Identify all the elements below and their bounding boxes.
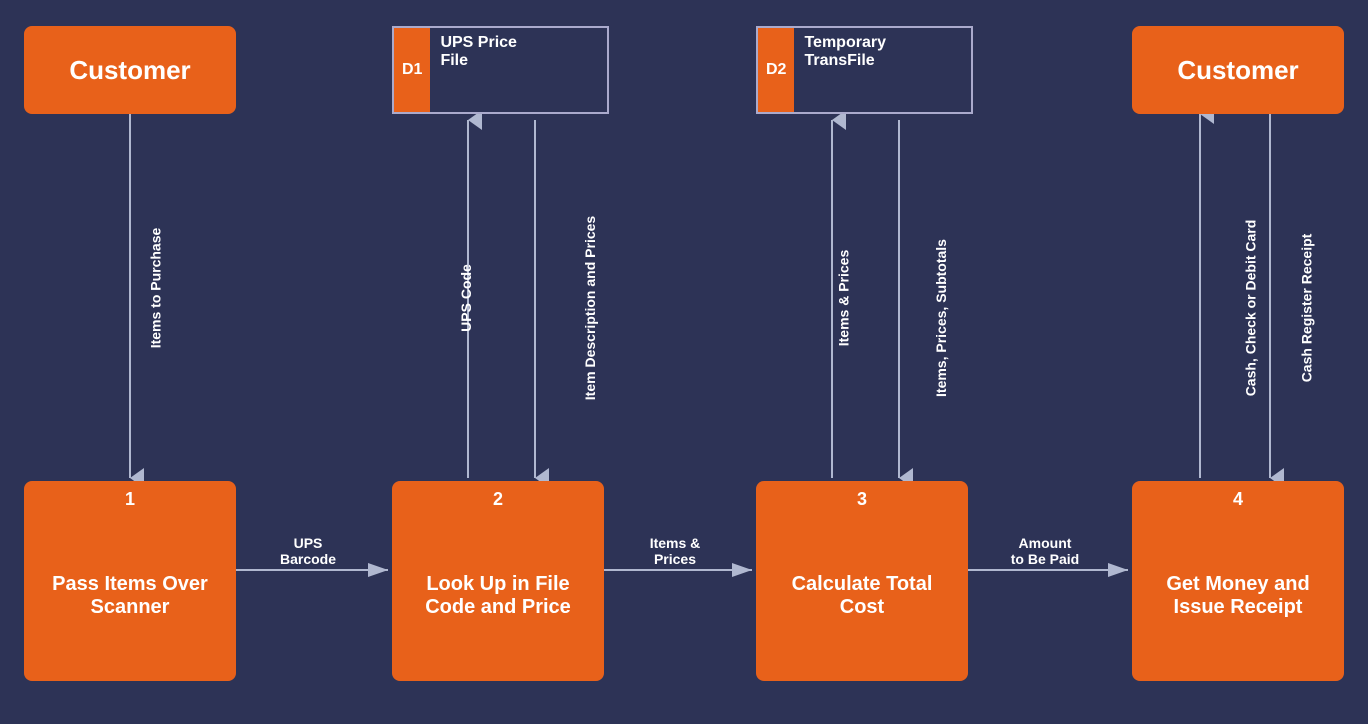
process-2-number: 2 xyxy=(392,489,604,510)
process-1-label: Pass Items OverScanner xyxy=(42,573,218,619)
entity-customer-right: Customer xyxy=(1132,26,1344,114)
label-item-description: Item Description and Prices xyxy=(582,216,598,400)
process-2-label: Look Up in FileCode and Price xyxy=(415,573,581,619)
process-4-number: 4 xyxy=(1132,489,1344,510)
label-amount-paid: Amountto Be Paid xyxy=(985,535,1105,567)
datastore-d1: D1 UPS PriceFile xyxy=(392,26,609,114)
label-items-prices-subtotals: Items, Prices, Subtotals xyxy=(933,239,949,397)
label-items-prices-up: Items & Prices xyxy=(835,250,851,347)
process-1-number: 1 xyxy=(24,489,236,510)
entity-customer-left: Customer xyxy=(24,26,236,114)
process-4-label: Get Money andIssue Receipt xyxy=(1156,573,1319,619)
process-1: 1 Pass Items OverScanner xyxy=(24,481,236,681)
label-ups-barcode: UPSBarcode xyxy=(248,535,368,567)
process-3-number: 3 xyxy=(756,489,968,510)
datastore-d1-id: D1 xyxy=(394,28,430,112)
process-2: 2 Look Up in FileCode and Price xyxy=(392,481,604,681)
datastore-d2-label: TemporaryTransFile xyxy=(794,28,896,76)
label-cash-register-receipt: Cash Register Receipt xyxy=(1298,234,1314,383)
datastore-d1-label: UPS PriceFile xyxy=(430,28,526,76)
label-cash-check: Cash, Check or Debit Card xyxy=(1242,220,1258,397)
datastore-d2-id: D2 xyxy=(758,28,794,112)
diagram-container: Customer Customer D1 UPS PriceFile D2 Te… xyxy=(0,0,1368,724)
process-4: 4 Get Money andIssue Receipt xyxy=(1132,481,1344,681)
label-items-prices-h: Items &Prices xyxy=(620,535,730,567)
label-ups-code: UPS Code xyxy=(458,264,474,332)
datastore-d2: D2 TemporaryTransFile xyxy=(756,26,973,114)
process-3-label: Calculate TotalCost xyxy=(782,573,943,619)
process-3: 3 Calculate TotalCost xyxy=(756,481,968,681)
label-items-to-purchase: Items to Purchase xyxy=(147,228,163,349)
